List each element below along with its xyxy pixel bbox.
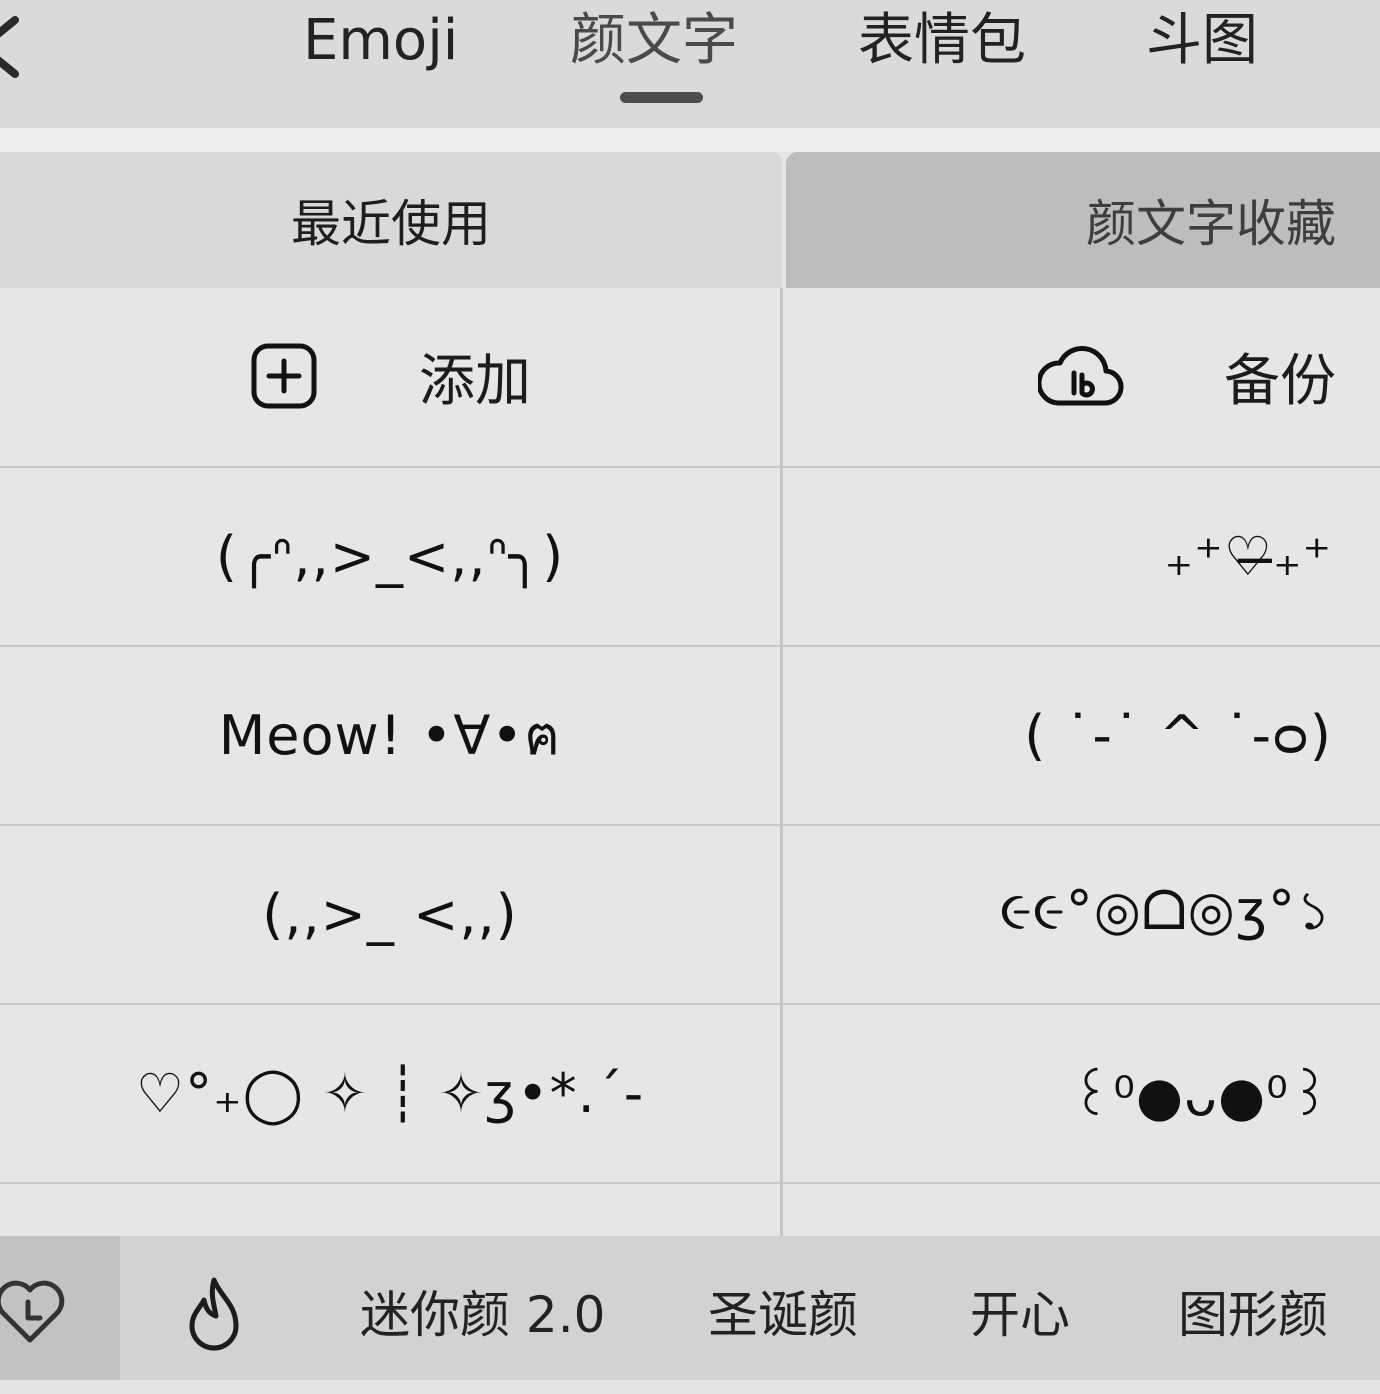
backup-label: 备份 <box>1224 348 1336 414</box>
kaomoji-text: ꒰⁰●ᴗ●⁰꒱ <box>1070 1064 1332 1128</box>
kaomoji-text: ♡°₊◯ ✧ ┊ ✧ʒ•*.´- <box>135 1061 645 1125</box>
category-graphic[interactable]: 图形颜 <box>1178 1236 1328 1380</box>
cloud-upload-icon <box>1038 341 1124 411</box>
plus-square-icon <box>249 341 319 411</box>
category-happy[interactable]: 开心 <box>970 1236 1070 1380</box>
flame-icon <box>176 1277 252 1370</box>
tab-emoji[interactable]: Emoji <box>303 6 458 76</box>
add-label: 添加 <box>419 348 531 414</box>
kaomoji-text: Meow! •∀•ฅ <box>218 704 562 767</box>
segment-favorites[interactable]: 颜文字收藏 <box>786 152 1380 288</box>
kaomoji-item[interactable]: (,,>_ <,,) <box>0 826 780 1002</box>
top-tab-bar: Emoji 颜文字 表情包 斗图 <box>0 0 1380 128</box>
category-christmas[interactable]: 圣诞颜 <box>708 1236 858 1380</box>
kaomoji-item[interactable]: ₊⁺♡̶₊⁺ <box>783 468 1380 644</box>
hot-button[interactable] <box>176 1274 252 1370</box>
kaomoji-text: (,,>_ <,,) <box>262 882 518 946</box>
kaomoji-text: (╭ᐢ,,>_<,,ᐢ╮) <box>215 524 565 588</box>
tab-kaomoji[interactable]: 颜文字 <box>570 6 738 76</box>
kaomoji-item[interactable]: ૯૯°◎ᗝ◎ʒ°১ <box>783 826 1380 1002</box>
tab-stickers[interactable]: 表情包 <box>858 6 1026 76</box>
kaomoji-item[interactable]: ꒰⁰●ᴗ●⁰꒱ <box>783 1005 1380 1181</box>
row-divider <box>0 1182 1380 1184</box>
segment-recent[interactable]: 最近使用 <box>0 152 782 288</box>
category-bar: 迷你颜 2.0 圣诞颜 开心 图形颜 <box>0 1236 1380 1380</box>
segment-favorites-label: 颜文字收藏 <box>1086 195 1336 253</box>
kaomoji-text: ( ˙-˙ ^ ˙-ᴑ) <box>1024 703 1332 767</box>
kaomoji-item[interactable]: (╭ᐢ,,>_<,,ᐢ╮) <box>0 468 780 644</box>
kaomoji-item[interactable]: ( ˙-˙ ^ ˙-ᴑ) <box>783 647 1380 823</box>
tab-meme[interactable]: 斗图 <box>1146 6 1258 76</box>
kaomoji-text: ૯૯°◎ᗝ◎ʒ°১ <box>999 879 1332 942</box>
active-tab-indicator <box>620 92 703 103</box>
chevron-left-icon[interactable] <box>0 12 30 97</box>
heart-clock-icon <box>0 1276 68 1350</box>
segment-recent-label: 最近使用 <box>291 195 491 253</box>
add-button[interactable]: 添加 <box>0 288 780 464</box>
divider <box>0 128 1380 152</box>
backup-button[interactable]: 备份 <box>783 288 1380 464</box>
kaomoji-item[interactable]: Meow! •∀•ฅ <box>0 647 780 823</box>
kaomoji-grid: 添加 备份 (╭ᐢ,,>_<,,ᐢ╮) ₊⁺♡̶₊⁺ Meow! •∀•ฅ ( … <box>0 288 1380 1236</box>
kaomoji-item[interactable]: ♡°₊◯ ✧ ┊ ✧ʒ•*.´- <box>0 1005 780 1181</box>
category-mini-kaomoji[interactable]: 迷你颜 2.0 <box>360 1236 605 1380</box>
history-button[interactable] <box>0 1236 120 1380</box>
kaomoji-text: ₊⁺♡̶₊⁺ <box>1164 524 1332 588</box>
